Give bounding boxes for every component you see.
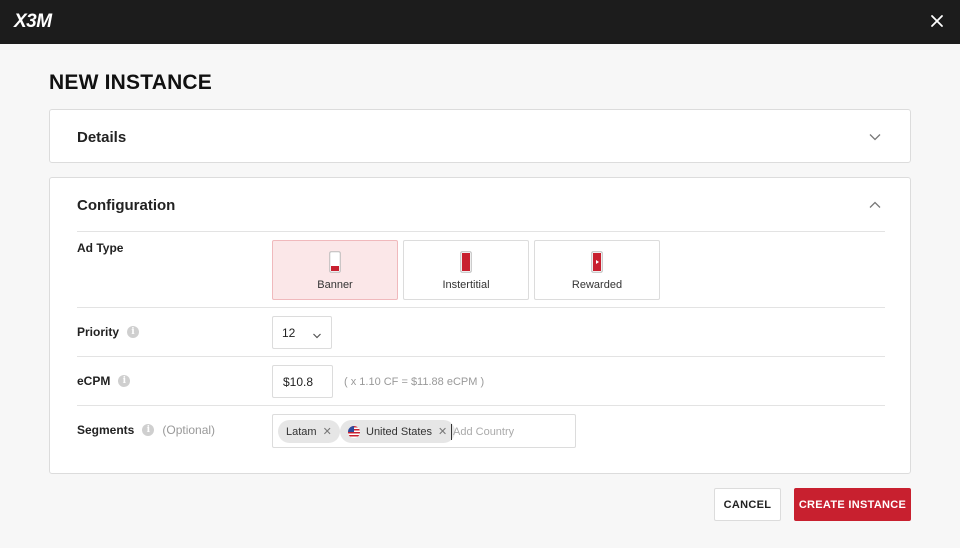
ad-type-label: Ad Type [77, 241, 123, 255]
cancel-button[interactable]: CANCEL [714, 488, 781, 521]
details-title: Details [77, 129, 127, 146]
chip-label: United States [366, 425, 433, 438]
ad-type-label: Instertitial [442, 279, 490, 291]
segment-chip-united-states: United States ✕ [340, 420, 456, 443]
priority-label-text: Priority [77, 325, 120, 339]
details-section[interactable]: Details [49, 109, 911, 163]
us-flag-icon [348, 425, 360, 438]
divider [77, 405, 885, 406]
ad-type-banner[interactable]: Banner [272, 240, 398, 300]
remove-chip-icon[interactable]: ✕ [323, 425, 332, 438]
priority-select[interactable]: 12 [272, 316, 332, 349]
app-logo: X3M [14, 11, 52, 32]
info-icon[interactable]: i [127, 326, 140, 338]
ad-type-label-text: Ad Type [77, 241, 124, 255]
segment-chip-latam: Latam ✕ [278, 420, 340, 443]
segments-label-text: Segments [77, 423, 135, 437]
info-icon[interactable]: i [118, 375, 131, 387]
create-instance-button[interactable]: CREATE INSTANCE [794, 488, 911, 521]
close-icon[interactable] [926, 10, 948, 32]
divider [77, 356, 885, 357]
remove-chip-icon[interactable]: ✕ [438, 425, 447, 438]
chevron-down-icon[interactable] [868, 130, 882, 144]
segments-input-box[interactable]: Latam ✕ United States ✕ [272, 414, 576, 448]
ad-type-label: Banner [317, 279, 353, 291]
chevron-up-icon[interactable] [868, 198, 882, 212]
divider [77, 307, 885, 308]
configuration-title: Configuration [77, 197, 176, 214]
segments-label: Segments i (Optional) [77, 423, 215, 437]
top-bar: X3M [0, 0, 960, 44]
ad-type-rewarded[interactable]: Rewarded [534, 240, 660, 300]
ecpm-input[interactable] [272, 365, 333, 398]
ad-type-label: Rewarded [571, 279, 623, 291]
ecpm-label-text: eCPM [77, 374, 111, 388]
priority-value: 12 [282, 326, 296, 340]
optional-hint: (Optional) [162, 423, 216, 437]
rewarded-phone-icon [591, 251, 603, 278]
ad-type-interstitial[interactable]: Instertitial [403, 240, 529, 300]
add-country-input[interactable] [451, 424, 571, 440]
banner-phone-icon [329, 251, 341, 278]
configuration-section: Configuration Ad Type Banner Instertitia… [49, 177, 911, 474]
ecpm-label: eCPM i [77, 374, 131, 388]
info-icon[interactable]: i [142, 424, 155, 436]
priority-label: Priority i [77, 325, 140, 339]
chip-label: Latam [286, 425, 317, 438]
interstitial-phone-icon [460, 251, 472, 278]
divider [77, 231, 885, 232]
page-title: NEW INSTANCE [49, 71, 213, 94]
ecpm-calculation-note: ( x 1.10 CF = $11.88 eCPM ) [344, 376, 485, 388]
chevron-down-icon [312, 328, 322, 346]
